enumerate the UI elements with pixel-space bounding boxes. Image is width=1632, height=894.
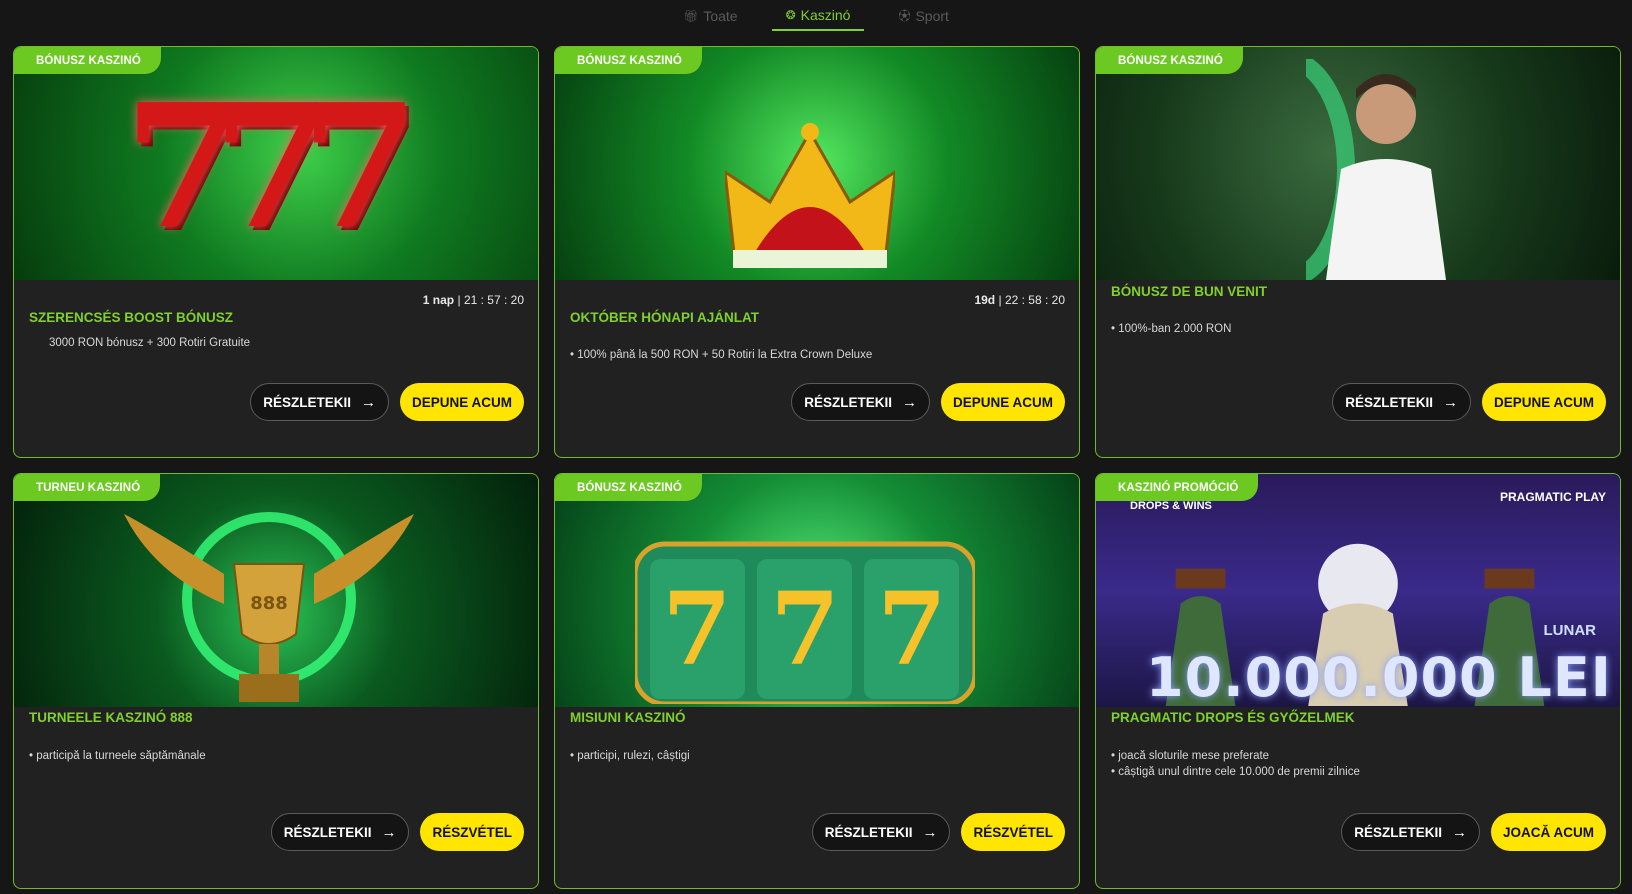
promo-banner-image[interactable]: 7 7 7 BÓNUSZ KASZINÓ [555,474,1079,707]
arrow-right-icon: → [901,393,917,411]
participate-button[interactable]: RÉSZVÉTEL [420,813,524,851]
arrow-right-icon: → [360,393,376,411]
sevens-art: 777 [124,67,419,267]
participate-button[interactable]: RÉSZVÉTEL [961,813,1065,851]
details-button[interactable]: RÉSZLETEKII → [1341,813,1480,851]
play-now-button[interactable]: JOACĂ ACUM [1491,813,1606,851]
arrow-right-icon: → [381,823,397,841]
svg-text:7: 7 [662,570,732,688]
promo-title: BÓNUSZ DE BUN VENIT [1111,284,1268,299]
promo-description: • participi, rulezi, câștigi [570,750,690,762]
category-badge: BÓNUSZ KASZINÓ [1096,47,1243,74]
tab-label: Kaszinó [800,6,851,23]
slot-machine-art: 7 7 7 [635,541,975,704]
countdown-timer: 1 nap | 21 : 57 : 20 [422,293,524,307]
promo-title: PRAGMATIC DROPS ÉS GYŐZELMEK [1111,710,1355,725]
desc-line: • joacă sloturile mese preferate [1111,750,1270,762]
desc-line: • câștigă unul dintre cele 10.000 de pre… [1111,766,1360,778]
promo-banner-image[interactable]: 888 TURNEU KASZINÓ [14,474,538,707]
host-person-art [1306,59,1446,280]
prize-amount-art: 10.000.000 LEI [1146,646,1612,707]
promo-description: • 100%-ban 2.000 RON [1111,323,1232,335]
promo-title: MISIUNI KASZINÓ [570,710,686,725]
arrow-right-icon: → [922,823,938,841]
details-button[interactable]: RÉSZLETEKII → [1332,383,1471,421]
promo-card: BÓNUSZ KASZINÓ BÓNUSZ DE BUN VENIT • 100… [1095,46,1621,458]
promo-title: OKTÓBER HÓNAPI AJÁNLAT [570,310,759,325]
gift-icon: 🎁︎ [683,8,699,23]
tab-sport[interactable]: ⚽︎ Sport [884,0,962,31]
trophy-888-text: 888 [250,593,288,614]
promo-description: • participă la turneele săptămânale [29,750,206,762]
promo-card: 7 7 7 BÓNUSZ KASZINÓ MISIUNI KASZINÓ • p… [554,473,1080,889]
tab-label: Sport [915,7,949,24]
category-badge: TURNEU KASZINÓ [14,474,161,501]
promo-card: 777 BÓNUSZ KASZINÓ 1 nap | 21 : 57 : 20 … [13,46,539,458]
promo-description: • 100% până la 500 RON + 50 Rotiri la Ex… [570,349,873,361]
promo-card: BÓNUSZ KASZINÓ 19d | 22 : 58 : 20 OKTÓBE… [554,46,1080,458]
svg-text:7: 7 [877,570,947,688]
promo-title: SZERENCSÉS BOOST BÓNUSZ [29,310,234,325]
deposit-button[interactable]: DEPUNE ACUM [399,383,524,421]
details-button[interactable]: RÉSZLETEKII → [791,383,930,421]
promo-banner-image[interactable]: DROPS & WINS PRAGMATIC PLAY LUNAR 10.000… [1096,474,1620,707]
category-badge: BÓNUSZ KASZINÓ [555,474,702,501]
promo-banner-image[interactable]: BÓNUSZ KASZINÓ [1096,47,1620,280]
promo-description: • joacă sloturile mese preferate • câști… [1111,748,1360,780]
deposit-button[interactable]: DEPUNE ACUM [1481,383,1606,421]
chip-icon: ❂ [785,7,796,22]
drops-wins-logo: DROPS & WINS [1130,500,1212,512]
category-badge: KASZINÓ PROMÓCIÓ [1096,474,1259,501]
countdown-timer: 19d | 22 : 58 : 20 [974,293,1065,307]
soccer-ball-icon: ⚽︎ [898,9,911,23]
details-button[interactable]: RÉSZLETEKII → [811,813,951,851]
winged-trophy-art: 888 [124,512,414,702]
lunar-logo: LUNAR [1543,622,1597,639]
svg-text:7: 7 [770,570,840,688]
details-button[interactable]: RÉSZLETEKII → [250,383,389,421]
deposit-button[interactable]: DEPUNE ACUM [940,383,1065,421]
crown-art [725,123,895,268]
tab-toate[interactable]: 🎁︎ Toate [669,0,751,31]
category-tabs: 🎁︎ Toate ❂ Kaszinó ⚽︎ Sport [0,0,1632,32]
category-badge: BÓNUSZ KASZINÓ [14,47,161,74]
category-badge: BÓNUSZ KASZINÓ [555,47,702,74]
details-button[interactable]: RÉSZLETEKII → [270,813,410,851]
pragmatic-play-logo: PRAGMATIC PLAY [1499,490,1606,504]
promo-banner-image[interactable]: BÓNUSZ KASZINÓ [555,47,1079,280]
promotions-grid: 777 BÓNUSZ KASZINÓ 1 nap | 21 : 57 : 20 … [13,46,1621,889]
promo-card: 888 TURNEU KASZINÓ TURNEELE KASZINÓ 888 … [13,473,539,889]
promo-banner-image[interactable]: 777 BÓNUSZ KASZINÓ [14,47,538,280]
arrow-right-icon: → [1442,393,1458,411]
tab-label: Toate [703,7,738,24]
promo-title: TURNEELE KASZINÓ 888 [29,710,193,725]
promo-description: 3000 RON bónusz + 300 Rotiri Gratuite [49,337,251,349]
arrow-right-icon: → [1452,823,1467,841]
promo-card: DROPS & WINS PRAGMATIC PLAY LUNAR 10.000… [1095,473,1621,889]
tab-kaszino[interactable]: ❂ Kaszinó [771,0,865,31]
